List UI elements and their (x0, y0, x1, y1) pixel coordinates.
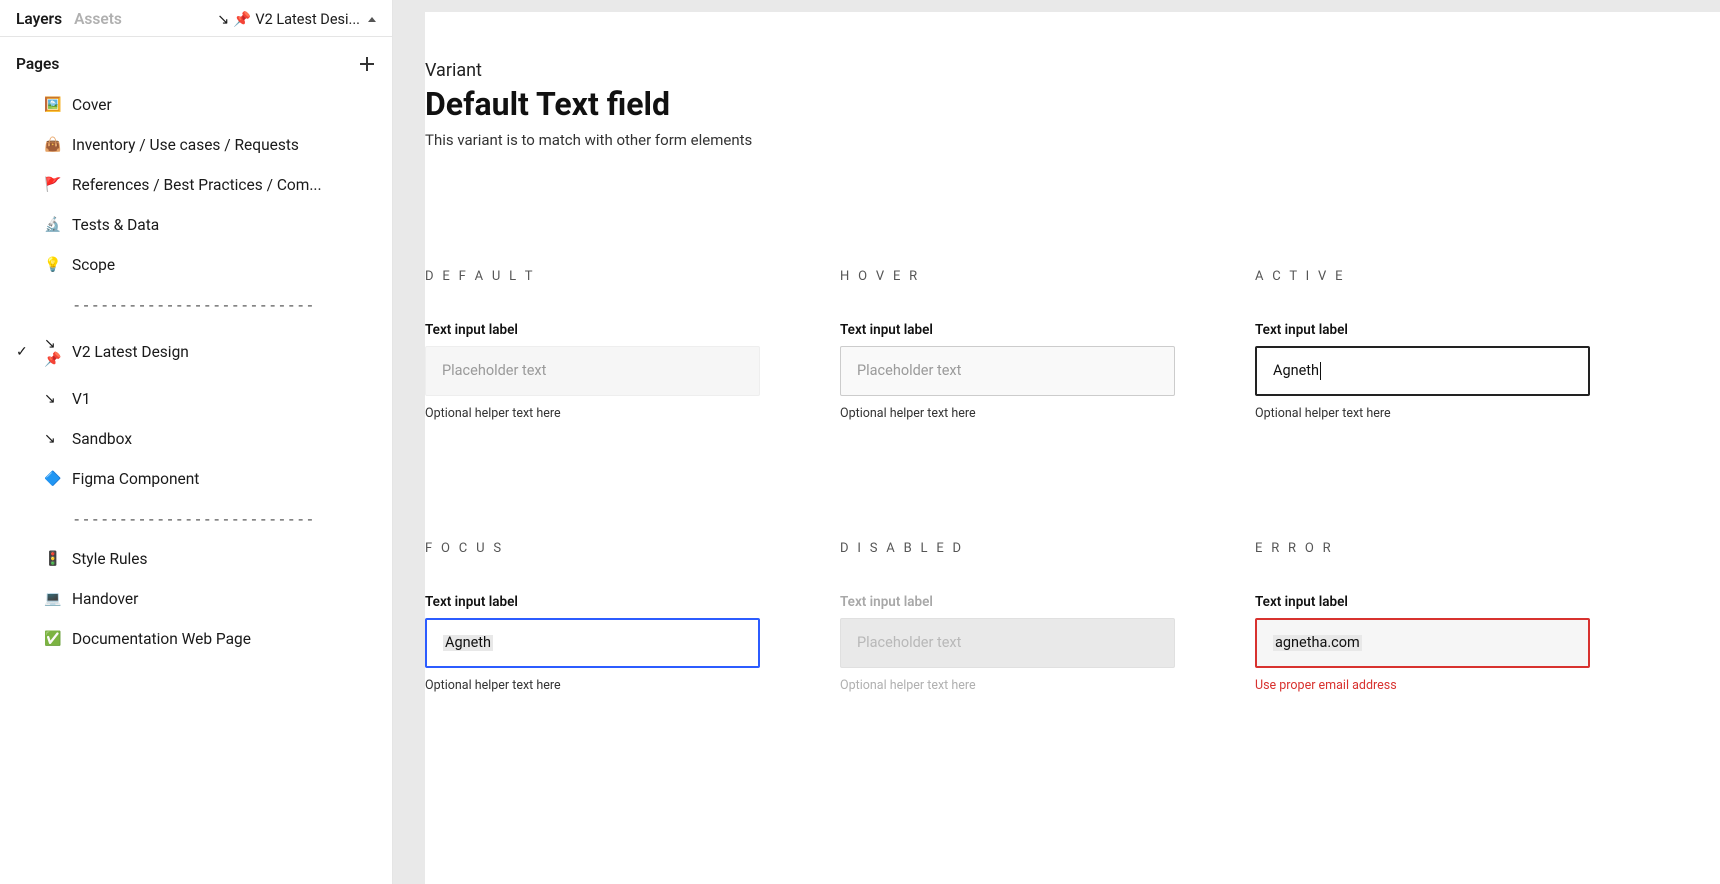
page-dropdown-label: V2 Latest Desi... (255, 11, 360, 28)
chevron-up-icon (368, 17, 376, 22)
helper-text: Optional helper text here (425, 406, 760, 421)
page-icon: ✅ (44, 631, 64, 647)
page-item-v1[interactable]: ↘ V1 (0, 379, 392, 419)
helper-text: Optional helper text here (425, 678, 760, 693)
text-input-hover[interactable]: Placeholder text (840, 346, 1175, 396)
placeholder-text: Placeholder text (857, 364, 961, 379)
placeholder-text: Placeholder text (857, 636, 961, 651)
state-name: H O V E R (840, 269, 1175, 284)
state-hover: H O V E R Text input label Placeholder t… (840, 269, 1175, 421)
state-error: E R R O R Text input label agnetha.com U… (1255, 541, 1590, 693)
page-item-scope[interactable]: 💡 Scope (0, 245, 392, 285)
state-name: D E F A U L T (425, 269, 760, 284)
text-caret-icon (1320, 362, 1321, 380)
input-value: agnetha.com (1273, 635, 1362, 652)
pin-icon: 📌 (233, 11, 251, 28)
page-item-cover[interactable]: 🖼️ Cover (0, 85, 392, 125)
artboard[interactable]: Variant Default Text field This variant … (425, 12, 1720, 884)
arrow-down-right-icon: ↘ (217, 11, 229, 28)
state-default: D E F A U L T Text input label Placehold… (425, 269, 760, 421)
heading-title: Default Text field (425, 85, 1720, 123)
page-icon: 🔷 (44, 471, 64, 487)
layers-panel: Layers Assets ↘ 📌 V2 Latest Desi... Page… (0, 0, 393, 884)
page-label: Cover (72, 96, 376, 114)
page-label: Documentation Web Page (72, 630, 376, 648)
sidebar-header: Layers Assets ↘ 📌 V2 Latest Desi... (0, 0, 392, 37)
heading-overline: Variant (425, 60, 1720, 81)
page-icon: ↘ (44, 431, 64, 447)
page-list: 🖼️ Cover 👜 Inventory / Use cases / Reque… (0, 81, 392, 671)
page-item-divider[interactable]: -------------------------- (0, 499, 392, 539)
page-item-style-rules[interactable]: 🚦 Style Rules (0, 539, 392, 579)
add-page-button[interactable] (358, 55, 376, 73)
field-label: Text input label (1255, 322, 1590, 338)
state-active: A C T I V E Text input label Agneth Opti… (1255, 269, 1590, 421)
field-label: Text input label (840, 594, 1175, 610)
tab-layers[interactable]: Layers (16, 10, 62, 28)
page-label: V1 (72, 390, 376, 408)
input-value: Agneth (1273, 364, 1319, 379)
page-icon: ↘ 📌 (44, 336, 64, 368)
page-icon: 🖼️ (44, 97, 64, 113)
page-item-divider[interactable]: -------------------------- (0, 285, 392, 325)
page-label: Inventory / Use cases / Requests (72, 136, 376, 154)
field-label: Text input label (425, 594, 760, 610)
page-icon: 🔬 (44, 217, 64, 233)
state-name: E R R O R (1255, 541, 1590, 556)
field-label: Text input label (1255, 594, 1590, 610)
page-label: Figma Component (72, 470, 376, 488)
page-label: Sandbox (72, 430, 376, 448)
state-name: A C T I V E (1255, 269, 1590, 284)
text-input-default[interactable]: Placeholder text (425, 346, 760, 396)
field-label: Text input label (840, 322, 1175, 338)
page-label: Handover (72, 590, 376, 608)
page-item-documentation[interactable]: ✅ Documentation Web Page (0, 619, 392, 659)
page-dropdown[interactable]: ↘ 📌 V2 Latest Desi... (217, 11, 376, 28)
helper-text: Optional helper text here (1255, 406, 1590, 421)
page-icon: 🚦 (44, 551, 64, 567)
page-label: References / Best Practices / Com... (72, 176, 376, 194)
page-label: V2 Latest Design (72, 343, 376, 361)
text-input-error[interactable]: agnetha.com (1255, 618, 1590, 668)
page-icon: 🚩 (44, 177, 64, 193)
state-focus: F O C U S Text input label Agneth Option… (425, 541, 760, 693)
page-item-inventory[interactable]: 👜 Inventory / Use cases / Requests (0, 125, 392, 165)
state-disabled: D I S A B L E D Text input label Placeho… (840, 541, 1175, 693)
state-name: D I S A B L E D (840, 541, 1175, 556)
text-input-focus[interactable]: Agneth (425, 618, 760, 668)
page-label: Scope (72, 256, 376, 274)
page-icon: ↘ (44, 391, 64, 407)
placeholder-text: Placeholder text (442, 364, 546, 379)
page-item-handover[interactable]: 💻 Handover (0, 579, 392, 619)
page-icon: 💻 (44, 591, 64, 607)
text-input-active[interactable]: Agneth (1255, 346, 1590, 396)
states-grid: D E F A U L T Text input label Placehold… (425, 149, 1720, 693)
page-item-figma-component[interactable]: 🔷 Figma Component (0, 459, 392, 499)
pages-section-header: Pages (0, 37, 392, 81)
page-label: -------------------------- (72, 296, 376, 314)
page-label: Style Rules (72, 550, 376, 568)
helper-text: Optional helper text here (840, 406, 1175, 421)
tab-assets[interactable]: Assets (74, 10, 122, 28)
pages-section-title: Pages (16, 55, 358, 73)
state-name: F O C U S (425, 541, 760, 556)
page-item-references[interactable]: 🚩 References / Best Practices / Com... (0, 165, 392, 205)
page-check-icon: ✓ (16, 344, 36, 360)
page-item-sandbox[interactable]: ↘ Sandbox (0, 419, 392, 459)
page-icon: 💡 (44, 257, 64, 273)
page-label: Tests & Data (72, 216, 376, 234)
input-value: Agneth (443, 635, 493, 652)
page-icon: 👜 (44, 137, 64, 153)
page-label: -------------------------- (72, 510, 376, 528)
helper-text: Use proper email address (1255, 678, 1590, 693)
page-item-tests[interactable]: 🔬 Tests & Data (0, 205, 392, 245)
field-label: Text input label (425, 322, 760, 338)
heading-subtitle: This variant is to match with other form… (425, 131, 1720, 149)
variant-heading: Variant Default Text field This variant … (425, 52, 1720, 149)
text-input-disabled: Placeholder text (840, 618, 1175, 668)
helper-text: Optional helper text here (840, 678, 1175, 693)
page-item-v2-latest[interactable]: ✓ ↘ 📌 V2 Latest Design (0, 325, 392, 379)
canvas[interactable]: Variant Default Text field This variant … (393, 0, 1720, 884)
